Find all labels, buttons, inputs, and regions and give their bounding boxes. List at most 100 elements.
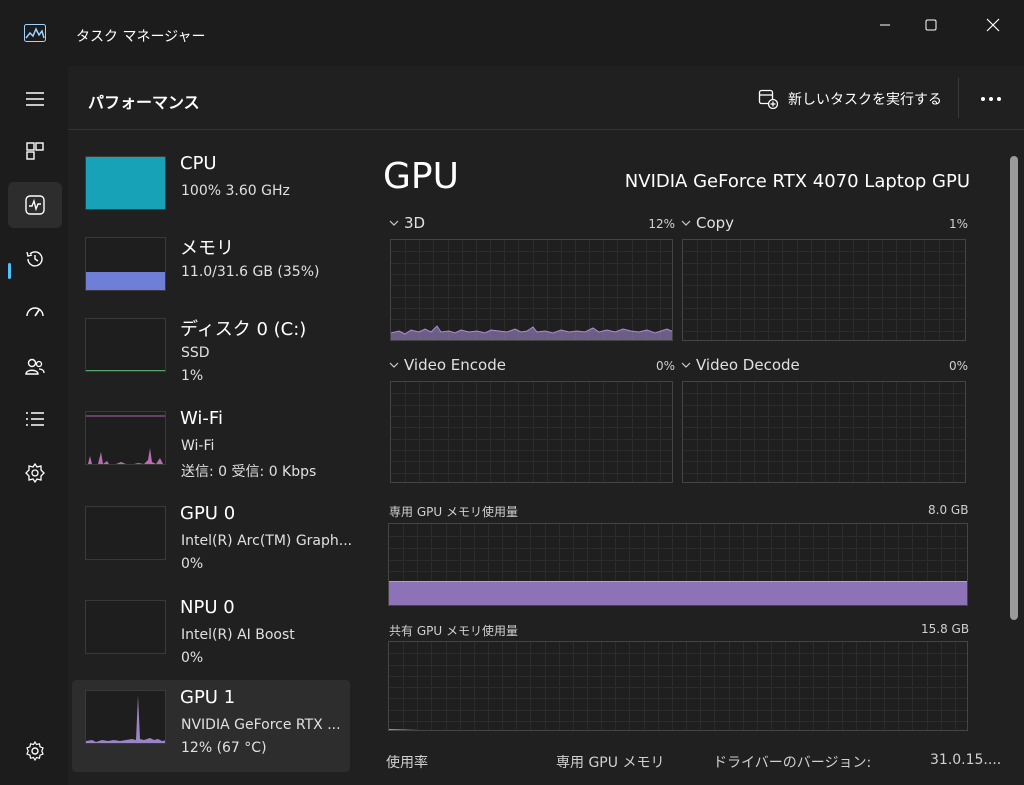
device-disk[interactable]: ディスク 0 (C:) SSD 1%	[72, 308, 350, 400]
device-cpu[interactable]: CPU 100% 3.60 GHz	[72, 146, 350, 238]
title-bar: タスク マネージャー	[0, 0, 1024, 66]
memory-usage-fill	[86, 271, 165, 290]
startup-apps-icon	[26, 307, 44, 317]
device-gpu1[interactable]: GPU 1 NVIDIA GeForce RTX ... 12% (67 °C)	[72, 680, 350, 772]
device-name: ディスク 0 (C:)	[180, 319, 307, 340]
engine-name: Video Encode	[404, 356, 506, 374]
nav-services[interactable]	[8, 450, 62, 496]
gpu-detail-panel: GPU NVIDIA GeForce RTX 4070 Laptop GPU 3…	[368, 131, 1008, 785]
engine-name: 3D	[404, 214, 426, 232]
gpu1-graph	[86, 695, 165, 743]
driver-version-value: 31.0.15....	[930, 752, 1002, 768]
engine-selector-3d[interactable]: 3D	[389, 214, 425, 232]
nav-users[interactable]	[8, 344, 62, 390]
shared-memory-max: 15.8 GB	[921, 622, 970, 636]
device-memory[interactable]: メモリ 11.0/31.6 GB (35%)	[72, 227, 350, 319]
disk-thumbnail	[85, 318, 166, 372]
processes-icon	[26, 142, 44, 160]
device-detail: Wi-Fi	[181, 438, 215, 454]
nav-processes[interactable]	[8, 128, 62, 174]
run-new-task-label: 新しいタスクを実行する	[788, 92, 942, 108]
shared-memory-trace	[389, 729, 419, 730]
more-icon	[981, 97, 1001, 101]
navigation-rail	[0, 66, 68, 785]
more-options-button[interactable]	[976, 84, 1006, 114]
chevron-down-icon	[681, 362, 691, 368]
page-header: パフォーマンス 新しいタスクを実行する	[68, 66, 1024, 130]
engine-selector-copy[interactable]: Copy	[681, 214, 734, 232]
wifi-graph	[86, 415, 165, 464]
device-name: Wi-Fi	[180, 408, 223, 429]
graph-dedicated-memory	[388, 523, 968, 606]
usage-label: 使用率	[386, 755, 428, 771]
gpu0-thumbnail	[85, 506, 166, 560]
app-history-icon	[26, 251, 43, 267]
nav-app-history[interactable]	[8, 236, 62, 282]
dedicated-memory-label: 専用 GPU メモリ使用量	[389, 505, 518, 519]
engine-percent: 12%	[648, 217, 675, 231]
dedicated-memory-max: 8.0 GB	[928, 503, 969, 517]
maximize-button[interactable]	[908, 0, 954, 50]
cpu-thumbnail	[85, 156, 166, 210]
gpu-title: GPU	[383, 156, 459, 197]
dedicated-memory-fill	[389, 581, 967, 605]
scrollbar[interactable]	[1010, 156, 1018, 620]
engine-selector-video-decode[interactable]: Video Decode	[681, 356, 800, 374]
engine-percent: 0%	[948, 359, 968, 373]
shared-memory-label: 共有 GPU メモリ使用量	[389, 624, 518, 638]
wifi-thumbnail	[85, 411, 166, 465]
engine-name: Video Decode	[696, 356, 800, 374]
device-usage: 12% (67 °C)	[181, 740, 267, 756]
performance-icon	[25, 195, 45, 215]
close-button[interactable]	[970, 0, 1016, 50]
device-name: CPU	[180, 153, 217, 174]
device-wifi[interactable]: Wi-Fi Wi-Fi 送信: 0 受信: 0 Kbps	[72, 401, 350, 493]
users-icon	[25, 358, 45, 375]
device-name: NPU 0	[180, 597, 235, 618]
menu-icon	[26, 92, 44, 106]
device-detail: Intel(R) Arc(TM) Graph...	[181, 533, 353, 549]
nav-details[interactable]	[8, 396, 62, 442]
run-new-task-button[interactable]: 新しいタスクを実行する	[758, 84, 942, 114]
device-detail: 100% 3.60 GHz	[181, 183, 290, 199]
nav-startup-apps[interactable]	[8, 290, 62, 336]
disk-usage-fill	[86, 370, 165, 371]
npu0-thumbnail	[85, 600, 166, 654]
graph-shared-memory	[388, 641, 968, 731]
window-title: タスク マネージャー	[76, 29, 206, 45]
graph-video-decode	[682, 381, 966, 483]
dedicated-gpu-memory-label: 専用 GPU メモリ	[556, 755, 665, 771]
minimize-icon	[880, 24, 890, 26]
chevron-down-icon	[681, 220, 691, 226]
nav-settings[interactable]	[8, 728, 62, 774]
device-usage: 0%	[181, 650, 204, 666]
new-task-icon	[758, 89, 778, 109]
device-name: GPU 0	[180, 503, 236, 524]
task-manager-app-icon	[24, 24, 46, 42]
gpu-model-name: NVIDIA GeForce RTX 4070 Laptop GPU	[624, 171, 970, 192]
graph-copy	[682, 239, 966, 341]
device-detail: 11.0/31.6 GB (35%)	[181, 264, 320, 280]
engine-selector-video-encode[interactable]: Video Encode	[389, 356, 506, 374]
device-detail: NVIDIA GeForce RTX ...	[181, 717, 341, 733]
nav-performance[interactable]	[8, 182, 62, 228]
chevron-down-icon	[389, 362, 399, 368]
menu-button[interactable]	[8, 76, 62, 122]
services-icon	[25, 462, 45, 484]
chevron-down-icon	[389, 220, 399, 226]
maximize-icon	[925, 19, 937, 31]
driver-version-label: ドライバーのバージョン:	[713, 755, 872, 771]
page-title: パフォーマンス	[88, 93, 200, 112]
settings-icon	[26, 740, 44, 762]
close-icon	[986, 18, 1000, 32]
device-gpu0[interactable]: GPU 0 Intel(R) Arc(TM) Graph... 0%	[72, 496, 353, 588]
engine-percent: 1%	[948, 217, 968, 231]
device-npu0[interactable]: NPU 0 Intel(R) AI Boost 0%	[72, 590, 350, 682]
device-usage: 1%	[181, 368, 204, 384]
header-separator	[958, 78, 959, 118]
engine-percent: 0%	[655, 359, 675, 373]
graph-grid	[683, 240, 965, 340]
memory-thumbnail	[85, 237, 166, 291]
minimize-button[interactable]	[862, 0, 908, 50]
cpu-usage-fill	[86, 157, 165, 209]
